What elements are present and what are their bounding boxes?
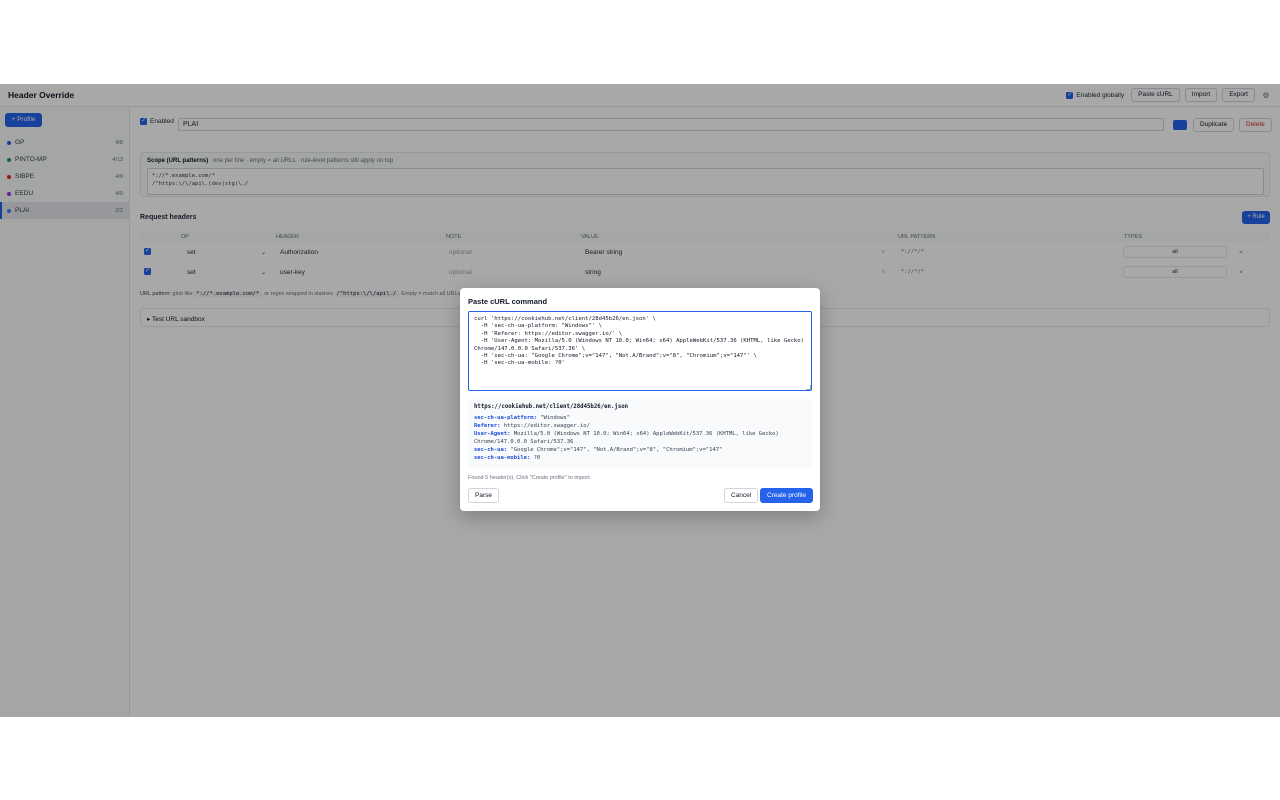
preview-header-row: User-Agent: Mozilla/5.0 (Windows NT 10.0… [474,430,806,446]
preview-header-key: sec-ch-ua-platform: [474,415,537,421]
dialog-title: Paste cURL command [468,297,548,306]
app-window: Header Override ✓ Enabled globally Paste… [0,84,1280,717]
preview-header-row: sec-ch-ua-platform: "Windows" [474,414,806,422]
preview-header-value: Mozilla/5.0 (Windows NT 10.0; Win64; x64… [474,431,779,445]
preview-header-value: https://editor.swagger.io/ [503,423,590,429]
preview-header-key: sec-ch-ua-mobile: [474,455,531,461]
parse-button[interactable]: Parse [468,488,499,503]
preview-header-value: ?0 [533,455,541,461]
preview-header-row: sec-ch-ua: "Google Chrome";v="147", "Not… [474,446,806,454]
preview-header-value: "Google Chrome";v="147", "Not.A/Brand";v… [510,447,723,453]
preview-header-key: Referer: [474,423,501,429]
paste-curl-dialog: Paste cURL command curl 'https://cookieh… [460,288,820,511]
cancel-button[interactable]: Cancel [724,488,759,503]
preview-url: https://cookiehub.net/client/28d45b26/en… [474,404,629,410]
curl-textarea[interactable]: curl 'https://cookiehub.net/client/28d45… [468,311,812,391]
parse-preview: https://cookiehub.net/client/28d45b26/en… [468,399,812,468]
preview-header-key: sec-ch-ua: [474,447,508,453]
parse-status: Found 5 header(s). Click "Create profile… [468,475,592,481]
preview-header-value: "Windows" [540,415,571,421]
create-profile-button[interactable]: Create profile [760,488,814,503]
preview-header-row: sec-ch-ua-mobile: ?0 [474,454,806,462]
preview-header-row: Referer: https://editor.swagger.io/ [474,422,806,430]
preview-header-key: User-Agent: [474,431,511,437]
